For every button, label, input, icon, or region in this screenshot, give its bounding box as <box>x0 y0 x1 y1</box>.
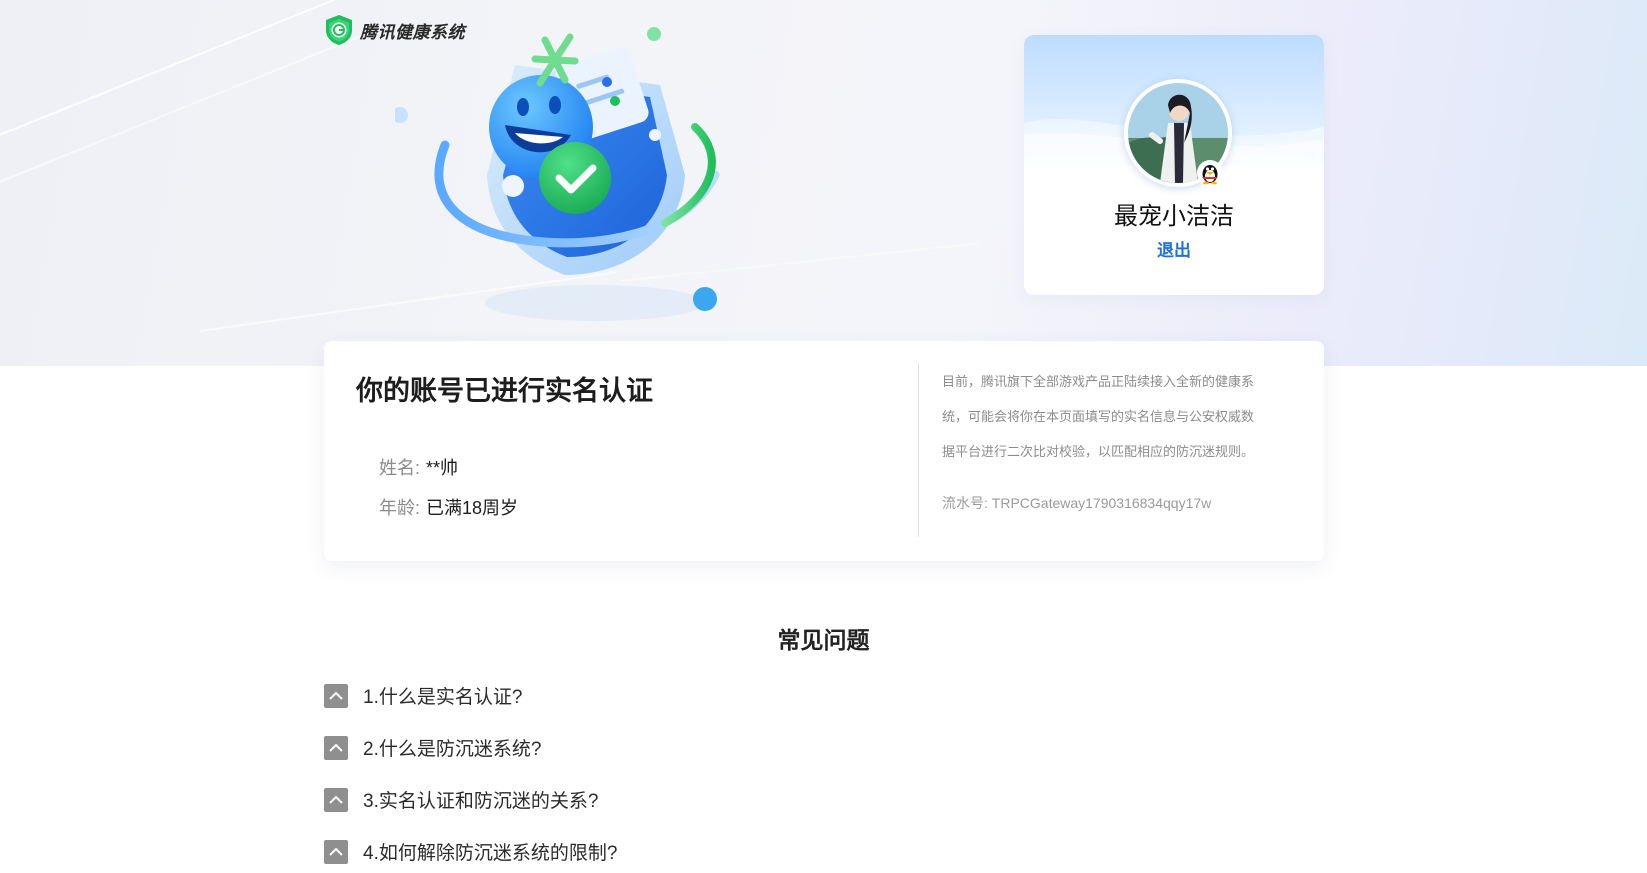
verification-title: 你的账号已进行实名认证 <box>356 376 653 406</box>
shield-logo-icon <box>326 15 352 45</box>
name-label: 姓名: <box>379 458 421 478</box>
age-label: 年龄: <box>379 498 421 518</box>
name-row: 姓名: **帅 <box>379 454 458 480</box>
decor-streak <box>0 0 350 152</box>
chevron-up-icon[interactable] <box>324 839 348 864</box>
faq-item[interactable]: 2.什么是防沉迷系统? <box>324 734 541 761</box>
notice-text: 目前，腾讯旗下全部游戏产品正陆续接入全新的健康系 统，可能会将你在本页面填写的实… <box>942 364 1287 469</box>
user-card: 最宠小洁洁 退出 <box>1024 35 1324 295</box>
chevron-up-icon[interactable] <box>324 683 348 708</box>
age-value: 已满18周岁 <box>426 498 519 518</box>
card-divider <box>918 363 919 537</box>
faq-question[interactable]: 4.如何解除防沉迷系统的限制? <box>363 838 617 865</box>
age-row: 年龄: 已满18周岁 <box>379 494 518 520</box>
faq-question[interactable]: 3.实名认证和防沉迷的关系? <box>363 786 598 813</box>
faq-question[interactable]: 2.什么是防沉迷系统? <box>363 734 541 761</box>
shield-mascot-illustration <box>395 27 720 321</box>
notice-line: 据平台进行二次比对校验，以匹配相应的防沉迷规则。 <box>942 444 1255 459</box>
verification-card: 你的账号已进行实名认证 姓名: **帅 年龄: 已满18周岁 目前，腾讯旗下全部… <box>324 341 1324 561</box>
faq-item[interactable]: 4.如何解除防沉迷系统的限制? <box>324 838 617 865</box>
faq-item[interactable]: 1.什么是实名认证? <box>324 682 522 709</box>
user-nickname: 最宠小洁洁 <box>1114 203 1234 230</box>
faq-question[interactable]: 1.什么是实名认证? <box>363 682 522 709</box>
hero-banner <box>0 0 1647 366</box>
chevron-up-icon[interactable] <box>324 735 348 760</box>
serial-number: 流水号: TRPCGateway1790316834qqy17w <box>942 495 1212 511</box>
faq-item[interactable]: 3.实名认证和防沉迷的关系? <box>324 786 598 813</box>
notice-line: 目前，腾讯旗下全部游戏产品正陆续接入全新的健康系 <box>942 374 1255 389</box>
name-value: **帅 <box>426 458 459 478</box>
chevron-up-icon[interactable] <box>324 787 348 812</box>
logout-link[interactable]: 退出 <box>1024 236 1324 261</box>
notice-line: 统，可能会将你在本页面填写的实名信息与公安权威数 <box>942 409 1255 424</box>
faq-title: 常见问题 <box>777 627 870 653</box>
qq-penguin-icon <box>1197 160 1223 186</box>
